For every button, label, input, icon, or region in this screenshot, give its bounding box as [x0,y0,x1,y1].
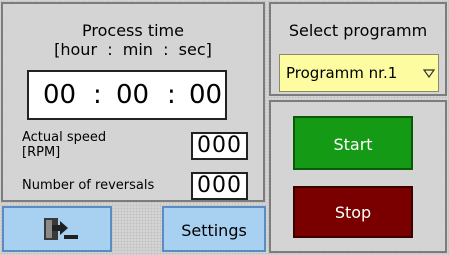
process-time-title: Process time [82,21,184,40]
settings-button[interactable]: Settings [162,206,266,252]
start-label: Start [333,135,373,154]
start-button[interactable]: Start [293,116,413,170]
hours-value: 00 [43,80,77,110]
actual-speed-value: 000 [191,132,248,160]
minutes-value: 00 [116,80,150,110]
settings-label: Settings [181,221,247,240]
reversals-value: 000 [191,172,248,200]
process-time-units: [hour : min : sec] [54,40,212,59]
process-panel: Process time [hour : min : sec] 00 : 00 … [1,2,265,202]
control-panel: Start Stop [269,100,447,253]
program-select[interactable]: Programm nr.1 [279,54,439,92]
time-separator: : [93,80,102,110]
program-panel: Select programm Programm nr.1 [269,2,447,96]
stop-button[interactable]: Stop [293,186,413,238]
seconds-value: 00 [189,80,223,110]
process-time-display: 00 : 00 : 00 [27,70,227,120]
exit-icon [44,218,78,240]
program-select-value: Programm nr.1 [286,64,398,82]
reversals-label: Number of reversals [22,178,155,193]
chevron-down-icon [423,69,435,78]
actual-speed-label: Actual speed [RPM] [22,130,107,160]
select-program-title: Select programm [288,21,428,40]
time-separator: : [167,80,176,110]
stop-label: Stop [334,203,372,222]
exit-button[interactable] [2,206,112,252]
